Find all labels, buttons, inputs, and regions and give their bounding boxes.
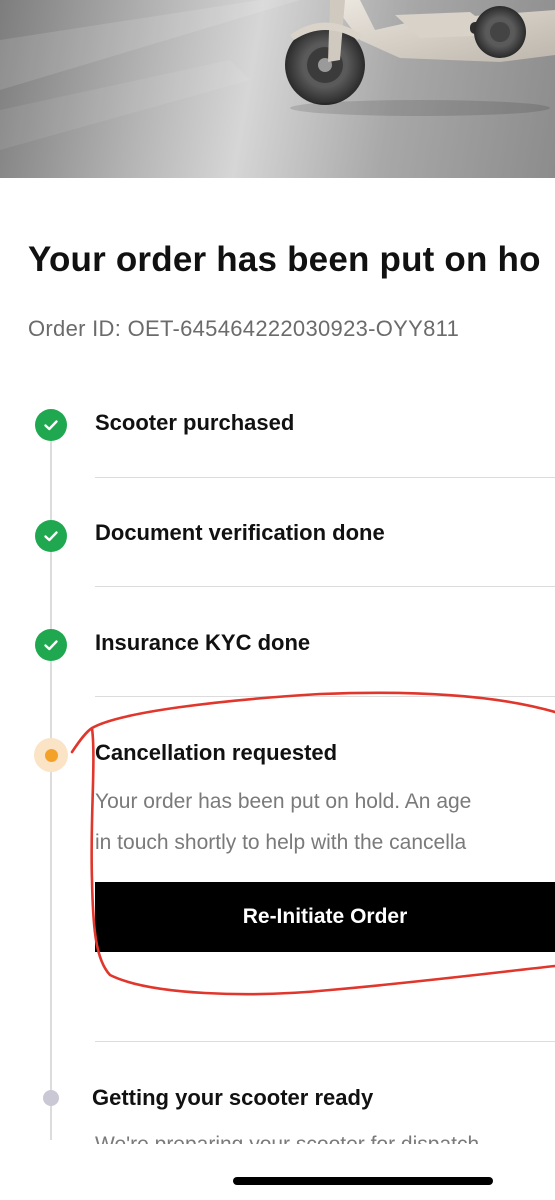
step-cancellation-description-line2: in touch shortly to help with the cancel…: [95, 831, 467, 854]
step-scooter-purchased-label: Scooter purchased: [95, 410, 295, 435]
red-annotation-scribble: [70, 691, 555, 996]
step-document-verification-label: Document verification done: [95, 520, 385, 545]
step-getting-ready-description: We're preparing your scooter for dispatc…: [95, 1130, 555, 1144]
order-id: Order ID: OET-645464222030923-OYY811: [28, 316, 460, 341]
current-dot: [44, 748, 58, 762]
home-indicator[interactable]: [233, 1177, 493, 1185]
current-step-indicator: [34, 738, 68, 772]
page-title: Your order has been put on ho: [28, 240, 541, 279]
divider: [95, 696, 555, 697]
divider: [95, 477, 555, 478]
step-cancellation-description-line1: Your order has been put on hold. An age: [95, 790, 472, 813]
reinitiate-order-button[interactable]: Re-Initiate Order: [95, 882, 555, 952]
check-icon: [35, 629, 67, 661]
step-insurance-kyc-label: Insurance KYC done: [95, 630, 311, 655]
hero-scooter-image: [0, 0, 555, 178]
check-icon: [35, 520, 67, 552]
divider: [95, 586, 555, 587]
step-cancellation-requested-label: Cancellation requested: [95, 740, 338, 765]
check-icon: [35, 409, 67, 441]
pending-step-dot: [43, 1090, 59, 1106]
step-getting-ready-label: Getting your scooter ready: [92, 1085, 374, 1110]
divider: [95, 1041, 555, 1042]
